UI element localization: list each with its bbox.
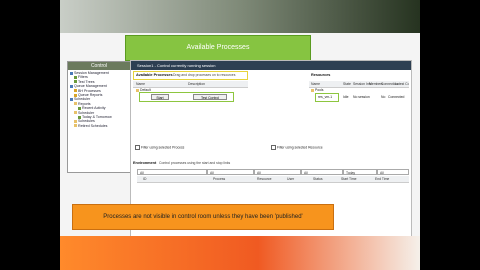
session-col-id[interactable]: ID bbox=[143, 176, 146, 182]
folder-icon bbox=[311, 88, 314, 92]
resource-row-name[interactable]: res_vm-1 bbox=[318, 95, 332, 99]
tree-item-retired-schedules[interactable]: Retired Schedules bbox=[70, 124, 128, 128]
available-processes-callout: Available Processes bbox=[125, 35, 311, 61]
report-icon bbox=[74, 93, 77, 97]
process-row-start[interactable]: Start bbox=[151, 94, 169, 100]
session-col-status[interactable]: Status bbox=[313, 176, 323, 182]
environment-hint: Control processes using the start and st… bbox=[159, 161, 231, 165]
session-table-header: ID Process Resource User Status Start Ti… bbox=[137, 176, 409, 183]
resource-tree-root[interactable]: Pools bbox=[311, 88, 323, 92]
resource-row-state: Idle bbox=[343, 95, 349, 99]
available-processes-title: Available Processes bbox=[136, 73, 173, 77]
process-row-description[interactable]: Test Control bbox=[193, 94, 227, 100]
folder-icon bbox=[74, 102, 77, 106]
process-col-name[interactable]: Name bbox=[136, 81, 145, 87]
session-status-bar: Session1 - Control currently running ses… bbox=[131, 61, 411, 70]
session-col-start-time[interactable]: Start Time bbox=[341, 176, 356, 182]
process-table-header: Name Description bbox=[133, 81, 248, 88]
slide-footer-band bbox=[60, 236, 420, 270]
presentation-slide: Available Processes Control Session Mana… bbox=[60, 0, 420, 270]
filter-icon bbox=[74, 75, 77, 79]
activity-icon bbox=[78, 106, 81, 110]
available-processes-hint: Drag and drop processes on to resources bbox=[173, 73, 236, 77]
tree-icon bbox=[74, 80, 77, 84]
publish-note-callout: Processes are not visible in control roo… bbox=[72, 204, 334, 230]
control-tree: Session Management Filters Test Trees Qu… bbox=[68, 70, 130, 129]
resource-row-session-info: No session bbox=[353, 95, 370, 99]
resource-row-connection: No bbox=[381, 95, 386, 99]
resource-table-header: Name State Session Info Members Connecti… bbox=[309, 81, 409, 88]
filter-process[interactable]: All bbox=[207, 169, 254, 175]
filter-end-time[interactable]: All bbox=[377, 169, 409, 175]
resource-col-state[interactable]: State bbox=[343, 81, 351, 87]
slide-header-band bbox=[60, 0, 420, 33]
session-icon bbox=[70, 71, 73, 75]
checkbox-box bbox=[271, 145, 276, 150]
folder-icon bbox=[74, 120, 77, 124]
control-navigation-panel: Control Session Management Filters Test … bbox=[67, 61, 131, 173]
folder-icon bbox=[74, 111, 77, 115]
resources-title: Resources bbox=[311, 73, 331, 77]
filter-resource[interactable]: All bbox=[254, 169, 301, 175]
session-col-end-time[interactable]: End Time bbox=[375, 176, 389, 182]
filter-id[interactable]: All bbox=[137, 169, 207, 175]
session-col-resource[interactable]: Resource bbox=[257, 176, 272, 182]
process-icon bbox=[74, 89, 77, 93]
control-panel-title: Control bbox=[68, 62, 130, 70]
filter-status[interactable]: All bbox=[301, 169, 343, 175]
resource-row-message: Connected bbox=[388, 95, 405, 99]
resource-col-name[interactable]: Name bbox=[311, 81, 320, 87]
queue-icon bbox=[70, 84, 73, 88]
process-col-description[interactable]: Description bbox=[188, 81, 205, 87]
environment-title: Environment bbox=[133, 161, 157, 165]
filter-start-time[interactable]: Today bbox=[343, 169, 377, 175]
calendar-icon bbox=[78, 115, 81, 119]
checkbox-box bbox=[135, 145, 140, 150]
filter-process-checkbox[interactable]: Filter using selected Process bbox=[135, 145, 184, 150]
resource-col-message[interactable]: Latest Connection Message bbox=[395, 81, 409, 87]
folder-icon bbox=[74, 124, 77, 128]
filter-resource-checkbox[interactable]: Filter using selected Resource bbox=[271, 145, 323, 150]
session-col-user[interactable]: User bbox=[287, 176, 294, 182]
session-col-process[interactable]: Process bbox=[213, 176, 225, 182]
scheduler-icon bbox=[70, 97, 73, 101]
